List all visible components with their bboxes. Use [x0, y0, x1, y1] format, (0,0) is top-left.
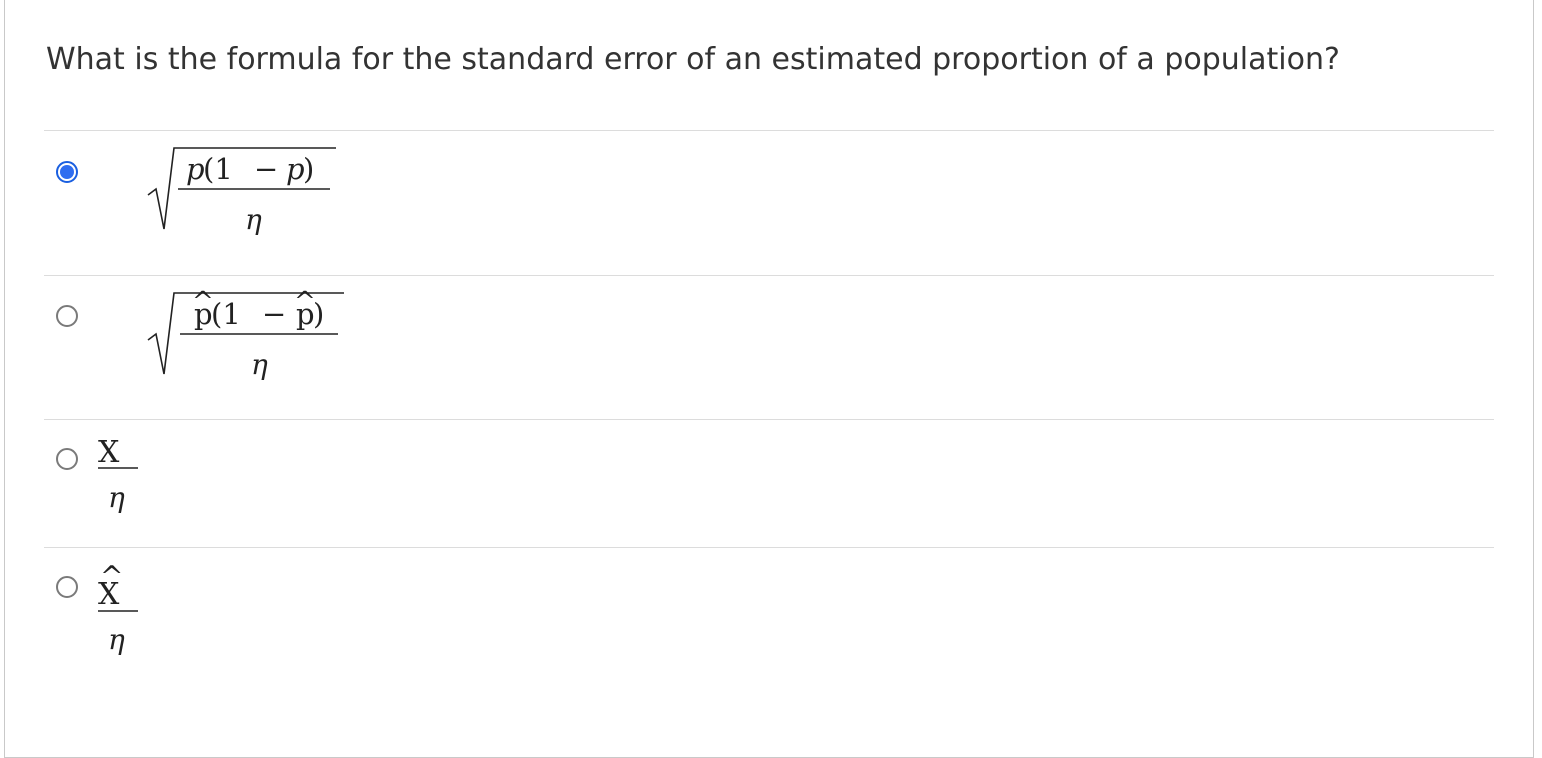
formula-sqrt-p-one-minus-p-over-n: p (1 − p ) η — [147, 147, 336, 236]
numerator-minus: − — [262, 297, 286, 331]
formula-xhat-over-n: ^ X η — [98, 560, 138, 656]
radio-button-selected[interactable] — [56, 161, 78, 183]
numerator-paren-one: (1 — [203, 152, 233, 186]
numerator-p: p — [186, 152, 205, 186]
denominator-eta: η — [108, 623, 125, 656]
numerator-paren-one: (1 — [211, 297, 241, 331]
formula-sqrt-phat-one-minus-phat-over-n: p ^ (1 − p ^ ) η — [147, 287, 344, 381]
radio-button[interactable] — [56, 448, 78, 470]
answer-option-3[interactable]: X η — [44, 420, 1494, 547]
radio-button[interactable] — [56, 576, 78, 598]
denominator-eta: η — [108, 481, 125, 514]
denominator-eta: η — [251, 348, 268, 381]
numerator-close-paren: ) — [313, 297, 324, 331]
question-text: What is the formula for the standard err… — [46, 42, 1340, 77]
answer-option-1[interactable]: p (1 − p ) η — [44, 131, 1494, 275]
numerator-minus: − — [254, 152, 278, 186]
numerator-p2: p — [286, 152, 305, 186]
numerator-x: X — [98, 577, 120, 612]
numerator-x: X — [98, 435, 120, 470]
formula-x-over-n: X η — [98, 435, 138, 514]
denominator-eta: η — [245, 203, 262, 236]
answer-option-4[interactable]: ^ X η — [44, 548, 1494, 688]
numerator-close-paren: ) — [303, 152, 314, 186]
radio-button[interactable] — [56, 305, 78, 327]
answer-option-2[interactable]: p ^ (1 − p ^ ) η — [44, 276, 1494, 419]
